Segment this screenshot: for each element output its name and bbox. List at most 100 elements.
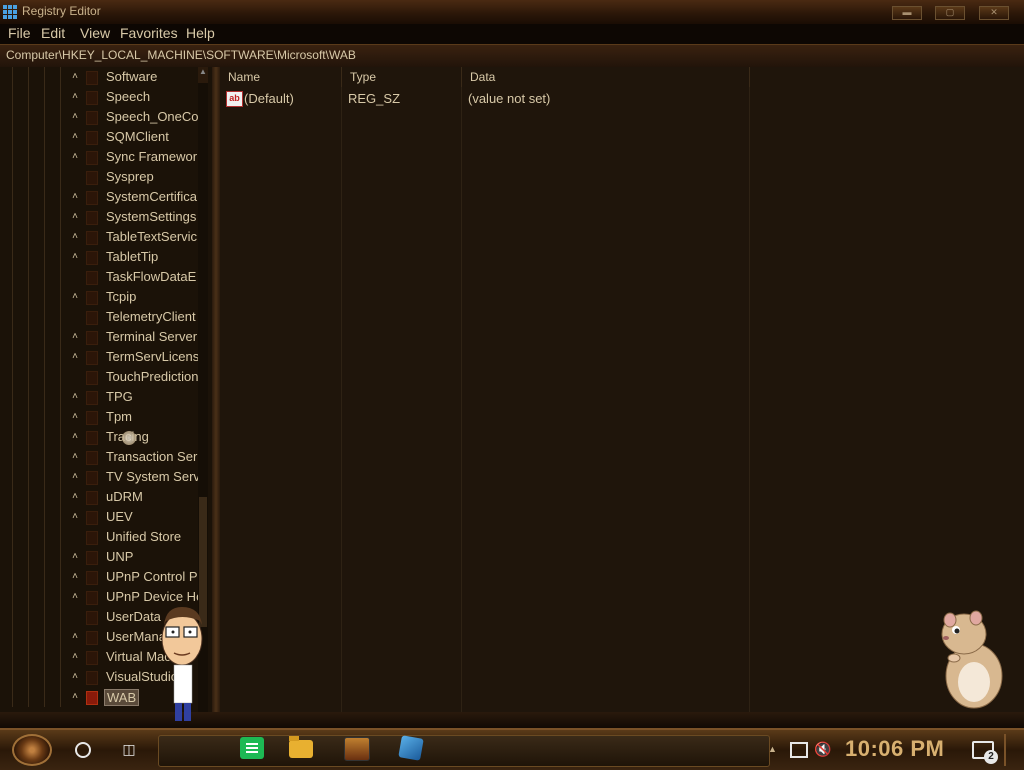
value-name: (Default) (244, 91, 294, 106)
column-header-type[interactable]: Type (342, 67, 462, 87)
address-bar[interactable]: Computer\HKEY_LOCAL_MACHINE\SOFTWARE\Mic… (0, 44, 1024, 68)
values-list-pane[interactable]: Name Type Data ab (Default) REG_SZ (valu… (220, 67, 1024, 727)
expand-arrow-icon[interactable]: ˄ (70, 451, 80, 462)
expand-arrow-icon[interactable]: ˄ (70, 571, 80, 582)
tree-item[interactable]: ˄ Terminal Server (0, 327, 200, 347)
expand-arrow-icon[interactable]: ˄ (70, 131, 80, 142)
tree-item[interactable]: ˄ TermServLicens (0, 347, 200, 367)
tree-item-label: Speech_OneCo (106, 109, 198, 124)
file-explorer-icon[interactable] (289, 736, 313, 758)
expand-arrow-icon[interactable]: ˄ (70, 231, 80, 242)
show-desktop-divider[interactable] (1004, 734, 1006, 766)
tree-item[interactable]: TelemetryClient (0, 307, 200, 327)
expand-arrow-icon[interactable]: ˄ (70, 151, 80, 162)
folder-icon (86, 651, 98, 665)
tray-chevron-icon[interactable]: ▲ (768, 744, 777, 754)
notes-app-icon[interactable] (240, 737, 264, 759)
pane-splitter[interactable] (212, 67, 220, 727)
menu-favorites[interactable]: Favorites (116, 25, 182, 41)
value-row[interactable]: ab (Default) REG_SZ (value not set) (220, 89, 1024, 109)
tree-item[interactable]: ˄ UNP (0, 547, 200, 567)
expand-arrow-icon[interactable]: ˄ (70, 71, 80, 82)
registry-editor-taskbar-icon[interactable] (398, 735, 424, 761)
start-button[interactable] (12, 734, 52, 766)
game-app-icon[interactable] (344, 737, 370, 761)
menu-edit[interactable]: Edit (37, 25, 69, 41)
tree-item[interactable]: ˄ Speech_OneCo (0, 107, 200, 127)
folder-icon (86, 511, 98, 525)
tree-item[interactable]: ˄ uDRM (0, 487, 200, 507)
expand-arrow-icon[interactable]: ˄ (70, 411, 80, 422)
network-icon[interactable] (790, 742, 808, 758)
expand-arrow-icon[interactable]: ˄ (70, 351, 80, 362)
expand-arrow-icon[interactable]: ˄ (70, 331, 80, 342)
tree-item[interactable]: ˄ SystemSettings (0, 207, 200, 227)
column-header-data[interactable]: Data (462, 67, 750, 87)
tree-item[interactable]: ˄ Transaction Ser (0, 447, 200, 467)
expand-arrow-icon[interactable]: ˄ (70, 651, 80, 662)
tree-item[interactable]: ˄ TV System Serv (0, 467, 200, 487)
tree-item[interactable]: ˄ Software (0, 67, 200, 87)
expand-arrow-icon[interactable]: ˄ (70, 211, 80, 222)
tree-item[interactable]: ˄ UPnP Control P (0, 567, 200, 587)
address-path[interactable]: Computer\HKEY_LOCAL_MACHINE\SOFTWARE\Mic… (6, 48, 356, 62)
scroll-up-arrow-icon[interactable]: ▲ (198, 67, 208, 83)
expand-arrow-icon[interactable]: ˄ (70, 691, 80, 702)
expand-arrow-icon[interactable]: ˄ (70, 291, 80, 302)
menu-view[interactable]: View (76, 25, 114, 41)
expand-arrow-icon[interactable]: ˄ (70, 551, 80, 562)
string-value-icon: ab (226, 91, 243, 107)
tree-item[interactable]: ˄ UEV (0, 507, 200, 527)
expand-arrow-icon[interactable]: ˄ (70, 91, 80, 102)
expand-arrow-icon[interactable]: ˄ (70, 191, 80, 202)
tree-item-label: Terminal Server (106, 329, 198, 344)
tree-item-label: SystemSettings (106, 209, 197, 224)
tree-item[interactable]: ˄ Tcpip (0, 287, 200, 307)
tree-item-label: Tpm (106, 409, 132, 424)
registry-editor-icon (3, 5, 17, 19)
tree-item[interactable]: Unified Store (0, 527, 200, 547)
tree-item-label: UPnP Control P (106, 569, 198, 584)
menu-file[interactable]: File (4, 25, 35, 41)
folder-icon (86, 71, 98, 85)
folder-icon (86, 531, 98, 545)
tree-item-label: Tcpip (106, 289, 137, 304)
tree-item-label: Sync Framewor (106, 149, 198, 164)
maximize-button[interactable]: ▢ (935, 6, 965, 20)
column-header-name[interactable]: Name (220, 67, 342, 87)
tree-item[interactable]: ˄ TPG (0, 387, 200, 407)
expand-arrow-icon[interactable]: ˄ (70, 511, 80, 522)
expand-arrow-icon[interactable]: ˄ (70, 631, 80, 642)
folder-icon (86, 351, 98, 365)
expand-arrow-icon[interactable]: ˄ (70, 251, 80, 262)
search-circle-icon[interactable] (75, 742, 91, 758)
expand-arrow-icon[interactable]: ˄ (70, 431, 80, 442)
close-button[interactable]: ✕ (979, 6, 1009, 20)
expand-arrow-icon[interactable]: ˄ (70, 591, 80, 602)
expand-arrow-icon[interactable]: ˄ (70, 391, 80, 402)
expand-arrow-icon[interactable]: ˄ (70, 471, 80, 482)
taskbar-clock[interactable]: 10:06 PM (845, 736, 944, 762)
tree-item[interactable]: ˄ TabletTip (0, 247, 200, 267)
folder-icon (86, 491, 98, 505)
menu-help[interactable]: Help (182, 25, 219, 41)
tree-item[interactable]: ˄ TableTextServic (0, 227, 200, 247)
tree-item[interactable]: Sysprep (0, 167, 200, 187)
tree-item[interactable]: TouchPrediction (0, 367, 200, 387)
column-separator (749, 87, 750, 727)
tree-item-label: TelemetryClient (106, 309, 196, 324)
tree-item[interactable]: ˄ Speech (0, 87, 200, 107)
tree-item[interactable]: ˄ Tpm (0, 407, 200, 427)
expand-arrow-icon[interactable]: ˄ (70, 491, 80, 502)
tree-item[interactable]: ˄ SQMClient (0, 127, 200, 147)
volume-muted-icon[interactable]: 🔇 (814, 742, 831, 756)
tree-item[interactable]: ˄ Sync Framewor (0, 147, 200, 167)
task-view-icon[interactable]: ◫ (120, 741, 138, 757)
expand-arrow-icon[interactable]: ˄ (70, 671, 80, 682)
expand-arrow-icon[interactable]: ˄ (70, 111, 80, 122)
tree-item[interactable]: ˄ Tracing (0, 427, 200, 447)
tree-item[interactable]: ˄ SystemCertifica (0, 187, 200, 207)
minimize-button[interactable]: ▬ (892, 6, 922, 20)
tree-item[interactable]: TaskFlowDataE (0, 267, 200, 287)
tree-item-label: Speech (106, 89, 151, 104)
